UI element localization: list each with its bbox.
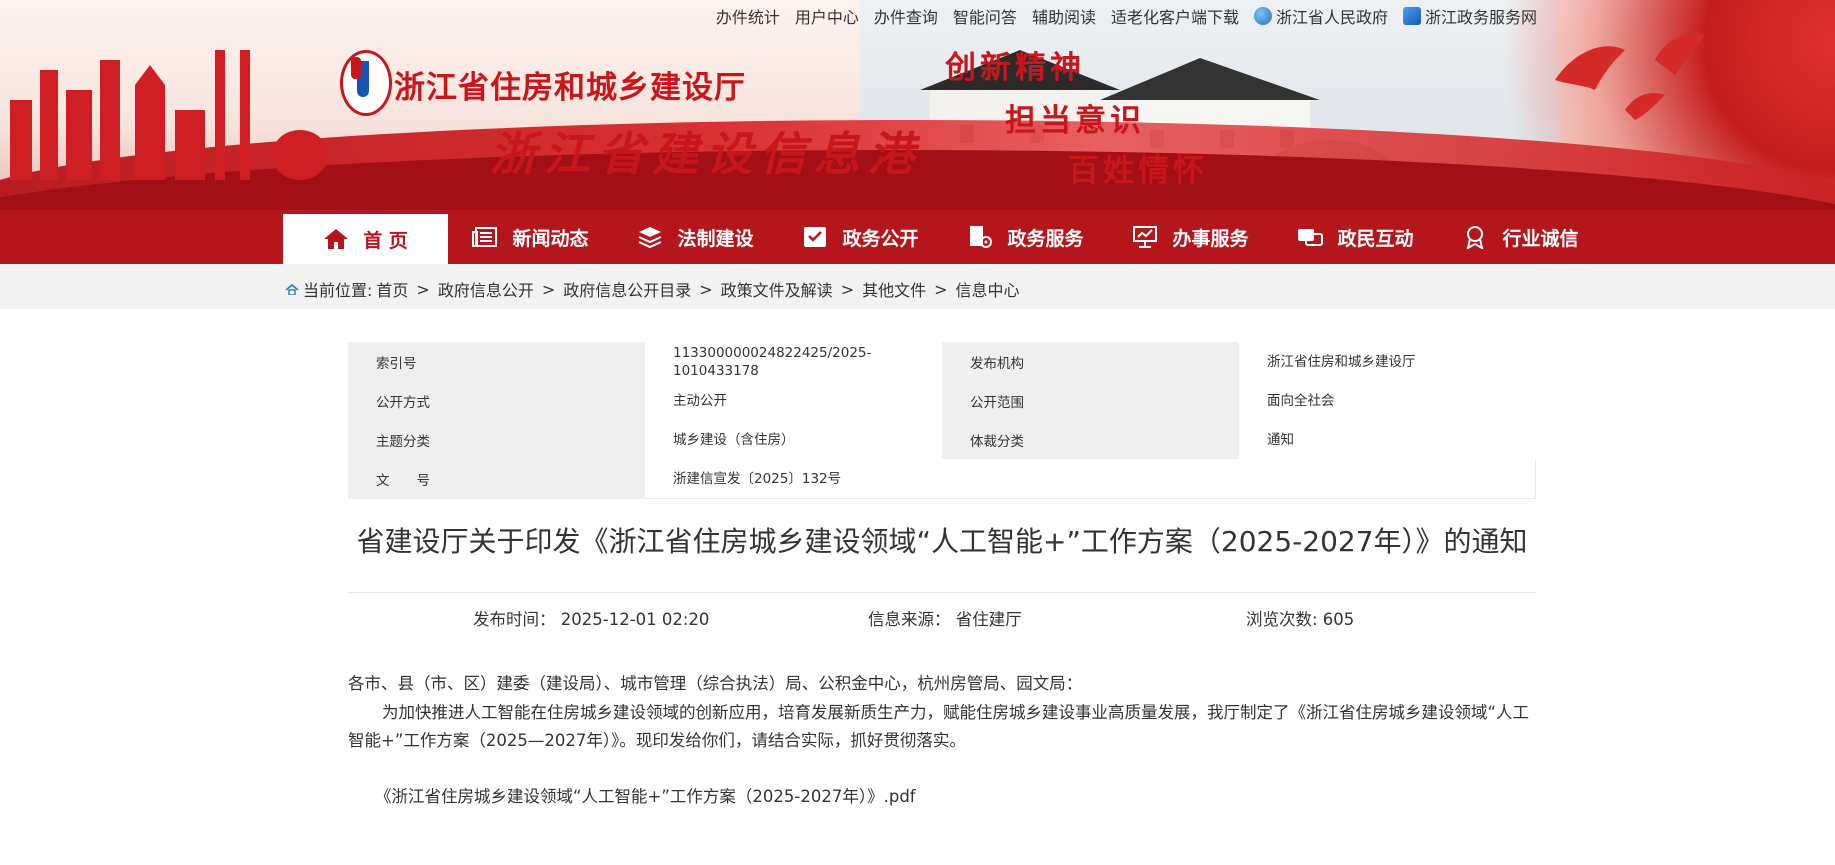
nav-item-affairs[interactable]: 办事服务 [1108, 210, 1273, 264]
department-name: 浙江省住房和城乡建设厅 [394, 70, 746, 106]
breadcrumb-gov-info[interactable]: 政府信息公开 [438, 277, 534, 301]
info-value-genre: 通知 [1239, 420, 1536, 459]
slogan-3: 百姓情怀 [1068, 153, 1208, 189]
top-link-query[interactable]: 办件查询 [874, 4, 938, 28]
nav-item-legal-label: 法制建设 [677, 227, 754, 250]
title-divider [348, 592, 1536, 593]
department-logo-icon [340, 50, 392, 116]
header-banner: 浙江省住房和城乡建设厅 浙江省建设信息港 创新精神 担当意识 百姓情怀 办件统计… [0, 0, 1835, 210]
breadcrumb: 当前位置: 首页 > 政府信息公开 > 政府信息公开目录 > 政策文件及解读 >… [285, 277, 1020, 301]
top-link-smart-qa[interactable]: 智能问答 [953, 4, 1017, 28]
breadcrumb-home[interactable]: 首页 [376, 277, 408, 301]
nav-item-integrity-label: 行业诚信 [1502, 227, 1579, 250]
nav-item-news[interactable]: 新闻动态 [448, 210, 613, 264]
top-link-zj-service[interactable]: 浙江政务服务网 [1402, 4, 1537, 28]
document-gear-icon [970, 226, 993, 248]
info-value-publisher: 浙江省住房和城乡建设厅 [1239, 342, 1536, 381]
dove-icon [1555, 33, 1705, 120]
info-row: 文 号 浙建信宣发〔2025〕132号 [348, 459, 1536, 499]
top-links-bar: 办件统计 用户中心 办件查询 智能问答 辅助阅读 适老化客户端下载 浙江省人民政… [716, 4, 1537, 28]
badge-icon [1467, 226, 1484, 249]
info-label-disclosure-scope: 公开范围 [942, 381, 1239, 420]
top-link-stats[interactable]: 办件统计 [716, 4, 780, 28]
chat-icon [1298, 229, 1324, 246]
breadcrumb-info-center[interactable]: 信息中心 [956, 277, 1020, 301]
article-title: 省建设厅关于印发《浙江省住房城乡建设领域“人工智能+”工作方案（2025-202… [356, 525, 1528, 558]
nav-item-interaction[interactable]: 政民互动 [1273, 210, 1438, 264]
breadcrumb-info-catalog[interactable]: 政府信息公开目录 [563, 277, 691, 301]
top-link-user-center[interactable]: 用户中心 [795, 4, 859, 28]
checklist-icon [804, 227, 827, 247]
presentation-icon [1133, 226, 1158, 248]
info-row: 主题分类 城乡建设（含住房） 体裁分类 通知 [348, 420, 1536, 459]
breadcrumb-policy-docs[interactable]: 政策文件及解读 [721, 277, 833, 301]
info-value-index: 113300000024822425/2025-1010433178 [645, 342, 942, 381]
portal-title: 浙江省建设信息港 [490, 127, 922, 181]
home-small-icon [285, 283, 299, 295]
nav-item-affairs-label: 办事服务 [1172, 227, 1249, 250]
home-icon [324, 229, 349, 249]
info-label-doc-number: 文 号 [348, 459, 645, 499]
top-link-zj-gov-label: 浙江省人民政府 [1275, 8, 1388, 27]
top-link-elderly-app[interactable]: 适老化客户端下载 [1111, 4, 1239, 28]
news-icon [472, 227, 498, 247]
main-nav: 首 页 新闻动态 法制建设 政务公开 政务服务 办事服务 政民互动 行业诚信 [0, 210, 1835, 264]
city-skyline-image [10, 50, 328, 180]
nav-item-open-gov[interactable]: 政务公开 [778, 210, 943, 264]
nav-item-gov-service-label: 政务服务 [1007, 227, 1084, 250]
breadcrumb-prefix: 当前位置: [303, 281, 373, 300]
globe-icon [1253, 7, 1272, 25]
nav-item-interaction-label: 政民互动 [1337, 227, 1414, 250]
info-label-disclosure-mode: 公开方式 [348, 381, 645, 420]
view-count: 浏览次数: 605 [1246, 610, 1355, 629]
info-value-topic: 城乡建设（含住房） [645, 420, 942, 459]
info-row: 公开方式 主动公开 公开范围 面向全社会 [348, 381, 1536, 420]
top-link-zj-gov[interactable]: 浙江省人民政府 [1253, 4, 1388, 28]
info-source: 信息来源： 省住建厅 [868, 610, 1022, 629]
nav-item-legal[interactable]: 法制建设 [613, 210, 778, 264]
info-value-doc-number: 浙建信宣发〔2025〕132号 [645, 459, 942, 499]
nav-item-integrity[interactable]: 行业诚信 [1438, 210, 1603, 264]
slogan-2: 担当意识 [1005, 103, 1145, 139]
info-value-disclosure-mode: 主动公开 [645, 381, 942, 420]
nav-item-news-label: 新闻动态 [512, 227, 589, 250]
info-label-publisher: 发布机构 [942, 342, 1239, 381]
info-row: 索引号 113300000024822425/2025-1010433178 发… [348, 342, 1536, 381]
service-net-icon [1402, 7, 1421, 25]
nav-item-gov-service[interactable]: 政务服务 [943, 210, 1108, 264]
nav-item-open-gov-label: 政务公开 [842, 227, 919, 250]
info-label-index: 索引号 [348, 342, 645, 381]
article-paragraph: 为加快推进人工智能在住房城乡建设领域的创新应用，培育发展新质生产力，赋能住房城乡… [348, 703, 1530, 750]
info-empty-cell [942, 459, 1536, 499]
breadcrumb-bar: 当前位置: 首页 > 政府信息公开 > 政府信息公开目录 > 政策文件及解读 >… [0, 264, 1835, 309]
nav-item-home-label: 首 页 [363, 229, 408, 252]
nav-item-home[interactable]: 首 页 [283, 214, 448, 264]
info-label-topic: 主题分类 [348, 420, 645, 459]
document-info-table: 索引号 113300000024822425/2025-1010433178 发… [348, 342, 1536, 499]
article-salutation: 各市、县（市、区）建委（建设局）、城市管理（综合执法）局、公积金中心，杭州房管局… [348, 674, 1083, 693]
layers-icon [639, 227, 662, 249]
info-label-genre: 体裁分类 [942, 420, 1239, 459]
info-value-disclosure-scope: 面向全社会 [1239, 381, 1536, 420]
top-link-zj-service-label: 浙江政务服务网 [1424, 8, 1537, 27]
attachment-pdf-link[interactable]: 《浙江省住房城乡建设领域“人工智能+”工作方案（2025-2027年）》.pdf [375, 783, 916, 807]
slogan-1: 创新精神 [945, 50, 1085, 86]
breadcrumb-other-docs[interactable]: 其他文件 [862, 277, 926, 301]
publish-time: 发布时间： 2025-12-01 02:20 [473, 610, 710, 629]
top-link-assisted-reading[interactable]: 辅助阅读 [1032, 4, 1096, 28]
